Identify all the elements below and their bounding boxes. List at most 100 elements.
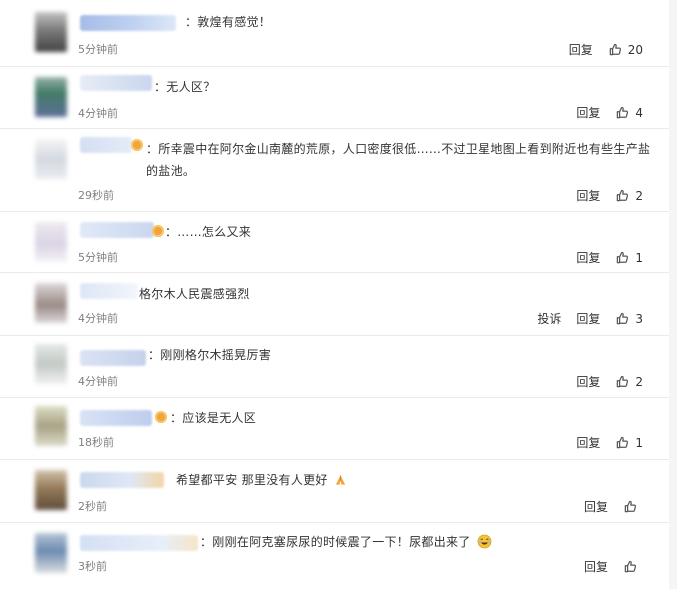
avatar[interactable] — [35, 77, 67, 117]
thumbs-up-icon — [617, 106, 629, 119]
comment-item: ：敦煌有感觉！ 5分钟前 回复 20 — [0, 0, 669, 67]
scroll-gutter — [669, 0, 677, 589]
comment-time: 4分钟前 — [78, 373, 118, 389]
time-label: 5分钟前 — [78, 43, 118, 56]
avatar[interactable] — [35, 470, 67, 510]
username-link[interactable] — [80, 75, 152, 91]
like-button[interactable] — [623, 499, 643, 514]
comment-body: 格尔木人民震感强烈 — [139, 287, 250, 301]
username-link[interactable] — [80, 283, 138, 299]
like-count: 3 — [635, 311, 643, 326]
reply-button[interactable]: 回复 — [576, 434, 600, 451]
comment-text: ：……怎么又来 — [165, 221, 651, 243]
like-button[interactable]: 1 — [615, 435, 643, 450]
emoji-icon — [152, 225, 164, 237]
thumbs-up-icon — [609, 43, 621, 56]
like-count: 2 — [635, 188, 643, 203]
avatar[interactable] — [35, 283, 67, 323]
time-label: 4分钟前 — [78, 107, 118, 120]
comment-actions: 回复 20 — [569, 41, 643, 58]
comment-body: ：敦煌有感觉！ — [185, 15, 272, 29]
avatar[interactable] — [35, 406, 67, 446]
thumbs-up-icon — [617, 375, 629, 388]
avatar[interactable] — [35, 344, 67, 384]
like-button[interactable]: 20 — [608, 42, 643, 57]
time-label: 4分钟前 — [78, 375, 118, 388]
comment-text: ：敦煌有感觉！ — [185, 11, 651, 33]
comment-text: ：所幸震中在阿尔金山南麓的荒原，人口密度很低……不过卫星地图上看到附近也有些生产… — [146, 138, 651, 182]
comment-text: ：刚刚在阿克塞尿尿的时候震了一下！尿都出来了 — [200, 531, 651, 553]
comment-text: 格尔木人民震感强烈 — [139, 283, 651, 305]
report-button[interactable]: 投诉 — [537, 310, 561, 327]
like-button[interactable]: 2 — [615, 374, 643, 389]
reply-button[interactable]: 回复 — [576, 249, 600, 266]
comment-time: 5分钟前 — [78, 41, 118, 57]
comment-item: ：所幸震中在阿尔金山南麓的荒原，人口密度很低……不过卫星地图上看到附近也有些生产… — [0, 129, 669, 212]
thumbs-up-icon — [617, 251, 629, 264]
comment-actions: 回复 2 — [576, 187, 643, 204]
comment-actions: 回复 — [584, 498, 643, 515]
time-label: 5分钟前 — [78, 251, 118, 264]
reply-button[interactable]: 回复 — [576, 187, 600, 204]
username-link[interactable] — [80, 472, 164, 488]
like-button[interactable]: 2 — [615, 188, 643, 203]
time-label: 4分钟前 — [78, 312, 118, 325]
comment-body: ：无人区？ — [154, 80, 216, 94]
comment-time: 3秒前 — [78, 558, 107, 574]
username-link[interactable] — [80, 15, 176, 31]
comment-panel: ：敦煌有感觉！ 5分钟前 回复 20 ：无人区？ 4分钟前 回复 4 ：所幸震中… — [0, 0, 670, 589]
comment-time: 2秒前 — [78, 498, 107, 514]
like-button[interactable] — [623, 559, 643, 574]
comment-actions: 回复 1 — [576, 249, 643, 266]
avatar[interactable] — [35, 222, 67, 262]
comment-time: 18秒前 — [78, 434, 114, 450]
thumbs-up-icon — [617, 312, 629, 325]
comment-body: ：应该是无人区 — [170, 411, 257, 425]
comment-actions: 回复 1 — [576, 434, 643, 451]
username-link[interactable] — [80, 535, 198, 551]
comment-time: 5分钟前 — [78, 249, 118, 265]
comment-time: 4分钟前 — [78, 310, 118, 326]
comment-item: ：刚刚格尔木摇晃厉害 4分钟前 回复 2 — [0, 336, 669, 398]
laughing-face-icon — [477, 534, 492, 549]
comment-body: ：刚刚在阿克塞尿尿的时候震了一下！尿都出来了 — [200, 535, 471, 549]
comment-item: ：刚刚在阿克塞尿尿的时候震了一下！尿都出来了 3秒前 回复 — [0, 523, 669, 589]
comment-actions: 回复 2 — [576, 373, 643, 390]
reply-button[interactable]: 回复 — [584, 498, 608, 515]
username-link[interactable] — [80, 410, 152, 426]
username-link[interactable] — [80, 222, 154, 238]
reply-button[interactable]: 回复 — [576, 104, 600, 121]
comment-body: ：所幸震中在阿尔金山南麓的荒原，人口密度很低……不过卫星地图上看到附近也有些生产… — [146, 142, 651, 178]
avatar[interactable] — [35, 12, 67, 52]
thumbs-up-icon — [624, 560, 637, 573]
emoji-icon — [155, 411, 167, 423]
comment-time: 4分钟前 — [78, 105, 118, 121]
avatar[interactable] — [35, 139, 67, 179]
time-label: 29秒前 — [78, 189, 114, 202]
like-button[interactable]: 4 — [615, 105, 643, 120]
like-button[interactable]: 1 — [615, 250, 643, 265]
praying-hands-icon — [335, 475, 345, 485]
reply-button[interactable]: 回复 — [569, 41, 593, 58]
comment-text: ：刚刚格尔木摇晃厉害 — [148, 344, 651, 366]
username-link[interactable] — [80, 137, 132, 153]
time-label: 2秒前 — [78, 500, 107, 513]
like-button[interactable]: 3 — [615, 311, 643, 326]
comment-text: 希望都平安 那里没有人更好 — [176, 469, 651, 491]
comment-item: ：应该是无人区 18秒前 回复 1 — [0, 398, 669, 460]
reply-button[interactable]: 回复 — [584, 558, 608, 575]
reply-button[interactable]: 回复 — [576, 373, 600, 390]
comment-actions: 投诉 回复 3 — [537, 310, 643, 327]
thumbs-up-icon — [617, 436, 629, 449]
avatar[interactable] — [35, 533, 67, 573]
username-link[interactable] — [80, 350, 146, 366]
time-label: 3秒前 — [78, 560, 107, 573]
time-label: 18秒前 — [78, 436, 114, 449]
reply-button[interactable]: 回复 — [576, 310, 600, 327]
comment-item: ：无人区？ 4分钟前 回复 4 — [0, 67, 669, 129]
comment-item: ：……怎么又来 5分钟前 回复 1 — [0, 212, 669, 273]
comment-body: ：……怎么又来 — [165, 225, 252, 239]
thumbs-up-icon — [624, 500, 637, 513]
like-count: 4 — [635, 105, 643, 120]
comment-item: 格尔木人民震感强烈 4分钟前 投诉 回复 3 — [0, 273, 669, 336]
